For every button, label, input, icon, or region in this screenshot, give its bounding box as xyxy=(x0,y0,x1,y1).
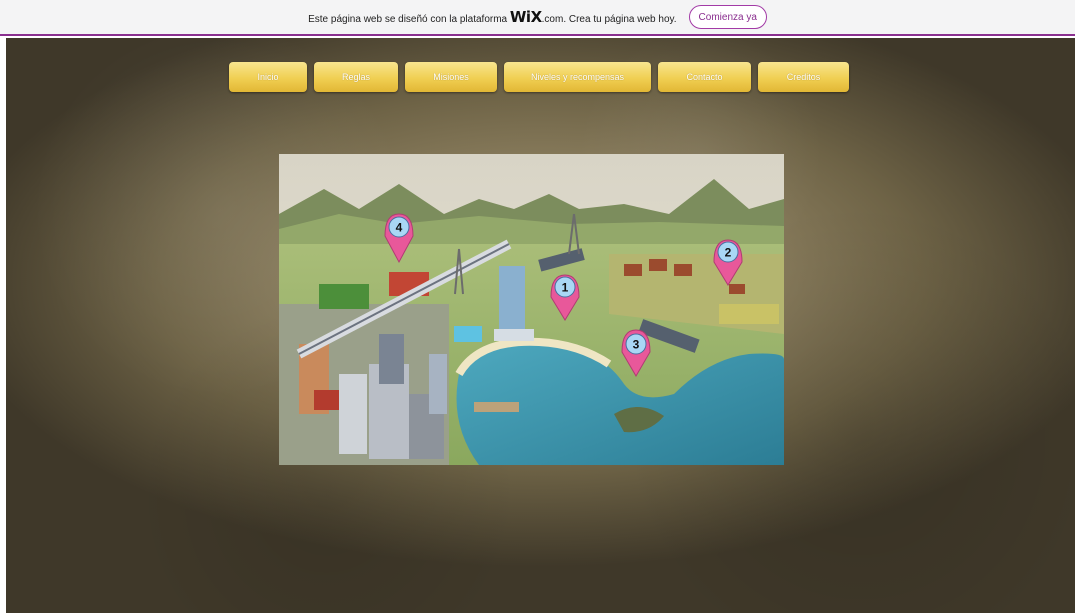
wix-promo-banner: Este página web se diseñó con la platafo… xyxy=(0,0,1075,36)
pin-2-label: 2 xyxy=(725,246,732,260)
nav-item-misiones[interactable]: Misiones xyxy=(405,62,497,92)
pin-4-label: 4 xyxy=(396,221,403,235)
wix-logo: WiX xyxy=(509,8,542,26)
nav-item-contacto[interactable]: Contacto xyxy=(658,62,751,92)
banner-text: Este página web se diseñó con la platafo… xyxy=(308,8,676,26)
nav-item-inicio[interactable]: Inicio xyxy=(229,62,307,92)
map-illustration: 4 1 2 3 xyxy=(279,154,784,465)
page-background: Inicio Reglas Misiones Niveles y recompe… xyxy=(6,38,1075,613)
pin-1-label: 1 xyxy=(562,281,569,295)
nav-item-creditos[interactable]: Creditos xyxy=(758,62,849,92)
nav-item-reglas[interactable]: Reglas xyxy=(314,62,398,92)
pin-3-label: 3 xyxy=(633,338,640,352)
start-now-button[interactable]: Comienza ya xyxy=(688,5,767,29)
banner-text-before: Este página web se diseñó con la platafo… xyxy=(308,14,508,25)
nav-item-niveles[interactable]: Niveles y recompensas xyxy=(504,62,651,92)
banner-text-after: .com. Crea tu página web hoy. xyxy=(541,14,677,25)
city-map-image: 4 1 2 3 xyxy=(279,154,784,465)
